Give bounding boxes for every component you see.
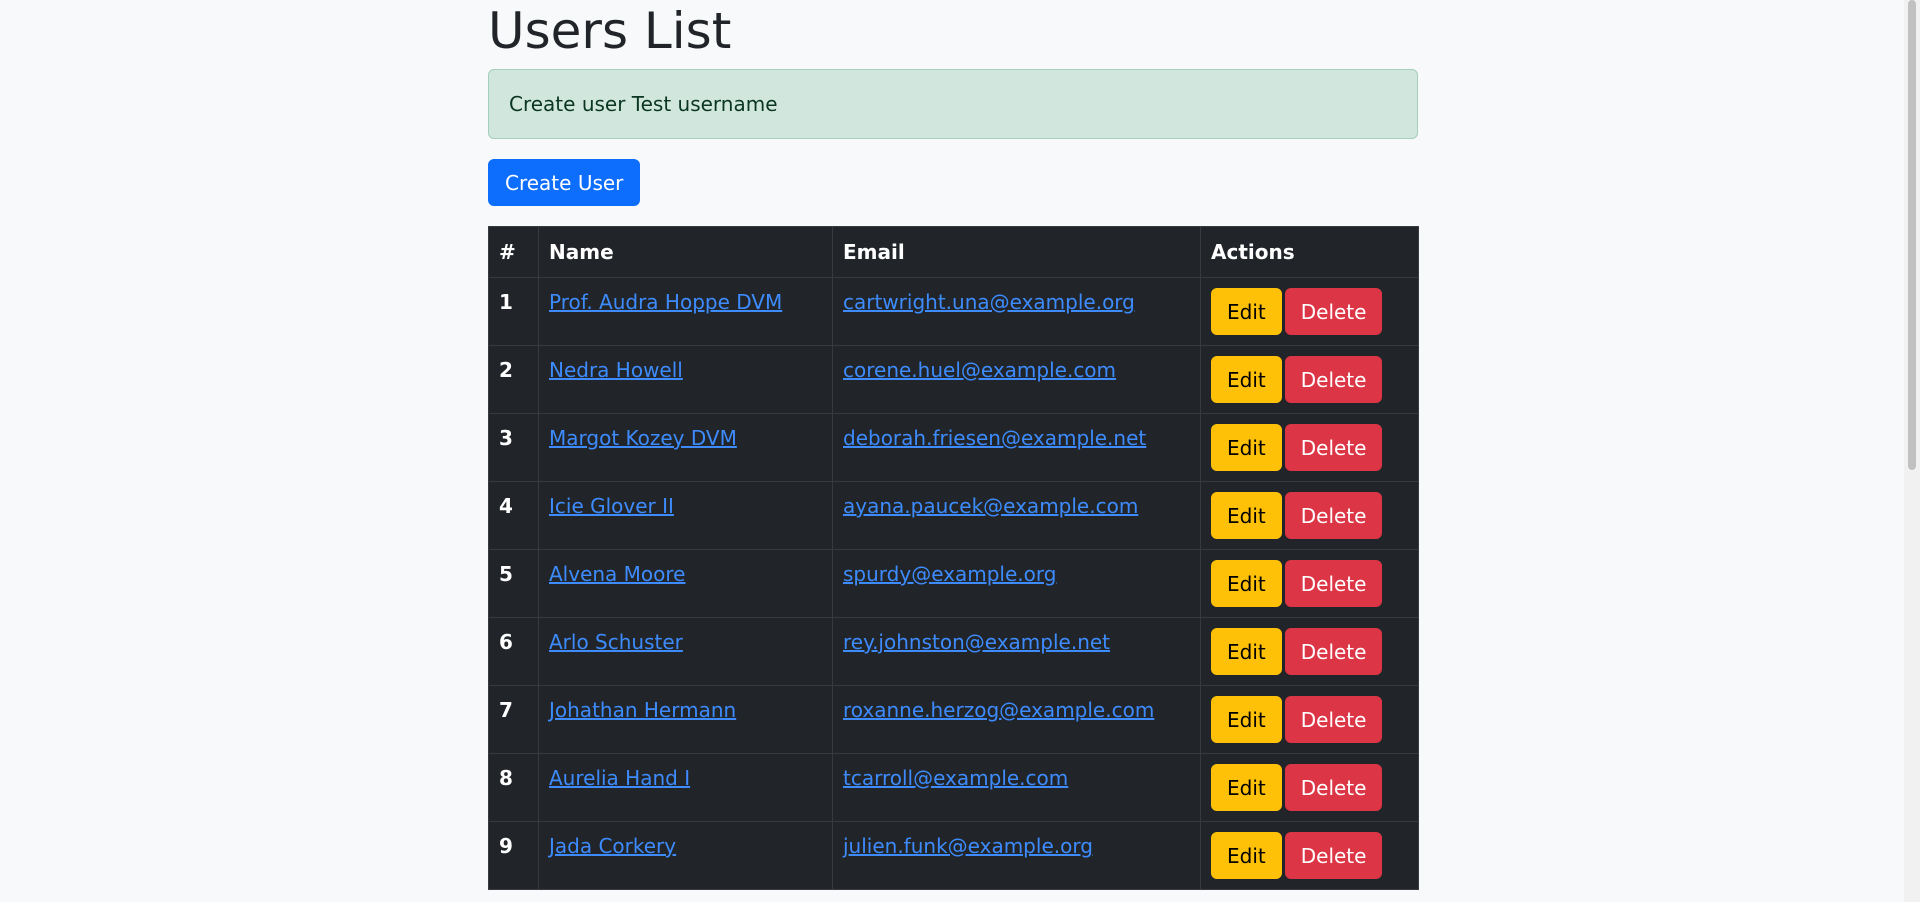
delete-button[interactable]: Delete (1284, 356, 1383, 403)
name-cell: Jada Corkery (538, 821, 833, 890)
name-cell: Prof. Audra Hoppe DVM (538, 277, 833, 346)
name-cell: Aurelia Hand I (538, 753, 833, 822)
user-name-link[interactable]: Nedra Howell (549, 358, 683, 382)
row-number: 8 (488, 753, 539, 822)
actions-cell: Edit Delete (1200, 617, 1419, 686)
success-alert: Create user Test username (488, 69, 1418, 139)
delete-button[interactable]: Delete (1284, 424, 1383, 471)
actions-cell: Edit Delete (1200, 549, 1419, 618)
user-name-link[interactable]: Jada Corkery (549, 834, 676, 858)
table-body: 1 Prof. Audra Hoppe DVM cartwright.una@exa… (488, 277, 1419, 890)
table-row: 8 Aurelia Hand I tcarroll@example.com Edit D… (488, 753, 1419, 822)
page-title: Users List (488, 2, 732, 60)
delete-button[interactable]: Delete (1284, 764, 1383, 811)
delete-button[interactable]: Delete (1284, 832, 1383, 879)
users-table: # Name Email Actions 1 Prof. Audra Hoppe … (488, 226, 1419, 890)
user-name-link[interactable]: Margot Kozey DVM (549, 426, 737, 450)
delete-button[interactable]: Delete (1284, 696, 1383, 743)
edit-button[interactable]: Edit (1211, 492, 1282, 539)
edit-button[interactable]: Edit (1211, 560, 1282, 607)
table-row: 5 Alvena Moore spurdy@example.org Edit Delet… (488, 549, 1419, 618)
row-number: 2 (488, 345, 539, 414)
email-cell: ayana.paucek@example.com (832, 481, 1201, 550)
email-cell: spurdy@example.org (832, 549, 1201, 618)
user-email-link[interactable]: spurdy@example.org (843, 562, 1056, 586)
row-number: 7 (488, 685, 539, 754)
user-name-link[interactable]: Prof. Audra Hoppe DVM (549, 290, 782, 314)
table-header-row: # Name Email Actions (488, 226, 1419, 278)
email-cell: rey.johnston@example.net (832, 617, 1201, 686)
actions-cell: Edit Delete (1200, 481, 1419, 550)
user-email-link[interactable]: ayana.paucek@example.com (843, 494, 1138, 518)
edit-button[interactable]: Edit (1211, 356, 1282, 403)
table-row: 9 Jada Corkery julien.funk@example.org Edit… (488, 821, 1419, 890)
table-row: 6 Arlo Schuster rey.johnston@example.net Ed… (488, 617, 1419, 686)
name-cell: Johathan Hermann (538, 685, 833, 754)
email-cell: julien.funk@example.org (832, 821, 1201, 890)
name-cell: Alvena Moore (538, 549, 833, 618)
row-number: 4 (488, 481, 539, 550)
column-header-name: Name (538, 226, 833, 278)
actions-cell: Edit Delete (1200, 753, 1419, 822)
edit-button[interactable]: Edit (1211, 832, 1282, 879)
user-email-link[interactable]: cartwright.una@example.org (843, 290, 1135, 314)
user-email-link[interactable]: deborah.friesen@example.net (843, 426, 1146, 450)
name-cell: Nedra Howell (538, 345, 833, 414)
actions-cell: Edit Delete (1200, 685, 1419, 754)
edit-button[interactable]: Edit (1211, 288, 1282, 335)
user-email-link[interactable]: tcarroll@example.com (843, 766, 1068, 790)
actions-cell: Edit Delete (1200, 413, 1419, 482)
row-number: 1 (488, 277, 539, 346)
name-cell: Arlo Schuster (538, 617, 833, 686)
actions-cell: Edit Delete (1200, 277, 1419, 346)
vertical-scrollbar[interactable] (1904, 0, 1920, 902)
email-cell: deborah.friesen@example.net (832, 413, 1201, 482)
alert-message: Create user Test username (509, 92, 778, 116)
table-row: 1 Prof. Audra Hoppe DVM cartwright.una@exa… (488, 277, 1419, 346)
table-header: # Name Email Actions (488, 226, 1419, 278)
name-cell: Icie Glover II (538, 481, 833, 550)
page: Users List Create user Test username Cre… (0, 0, 1920, 902)
email-cell: corene.huel@example.com (832, 345, 1201, 414)
user-name-link[interactable]: Aurelia Hand I (549, 766, 690, 790)
users-table-wrapper: # Name Email Actions 1 Prof. Audra Hoppe … (488, 226, 1419, 890)
row-number: 9 (488, 821, 539, 890)
user-name-link[interactable]: Arlo Schuster (549, 630, 683, 654)
table-row: 4 Icie Glover II ayana.paucek@example.com E… (488, 481, 1419, 550)
edit-button[interactable]: Edit (1211, 764, 1282, 811)
user-name-link[interactable]: Johathan Hermann (549, 698, 736, 722)
table-row: 7 Johathan Hermann roxanne.herzog@example.… (488, 685, 1419, 754)
column-header-actions: Actions (1200, 226, 1419, 278)
actions-cell: Edit Delete (1200, 345, 1419, 414)
name-cell: Margot Kozey DVM (538, 413, 833, 482)
user-name-link[interactable]: Alvena Moore (549, 562, 685, 586)
email-cell: cartwright.una@example.org (832, 277, 1201, 346)
edit-button[interactable]: Edit (1211, 424, 1282, 471)
create-user-button[interactable]: Create User (488, 159, 641, 206)
user-email-link[interactable]: roxanne.herzog@example.com (843, 698, 1154, 722)
edit-button[interactable]: Edit (1211, 696, 1282, 743)
row-number: 5 (488, 549, 539, 618)
row-number: 3 (488, 413, 539, 482)
user-name-link[interactable]: Icie Glover II (549, 494, 674, 518)
user-email-link[interactable]: rey.johnston@example.net (843, 630, 1110, 654)
row-number: 6 (488, 617, 539, 686)
delete-button[interactable]: Delete (1284, 288, 1383, 335)
delete-button[interactable]: Delete (1284, 628, 1383, 675)
delete-button[interactable]: Delete (1284, 560, 1383, 607)
actions-cell: Edit Delete (1200, 821, 1419, 890)
main-container: Users List Create user Test username Cre… (488, 0, 1419, 890)
scrollbar-thumb[interactable] (1908, 0, 1916, 470)
column-header-number: # (488, 226, 539, 278)
user-email-link[interactable]: corene.huel@example.com (843, 358, 1116, 382)
email-cell: tcarroll@example.com (832, 753, 1201, 822)
user-email-link[interactable]: julien.funk@example.org (843, 834, 1093, 858)
column-header-email: Email (832, 226, 1201, 278)
delete-button[interactable]: Delete (1284, 492, 1383, 539)
table-row: 2 Nedra Howell corene.huel@example.com Edit… (488, 345, 1419, 414)
edit-button[interactable]: Edit (1211, 628, 1282, 675)
email-cell: roxanne.herzog@example.com (832, 685, 1201, 754)
table-row: 3 Margot Kozey DVM deborah.friesen@example… (488, 413, 1419, 482)
